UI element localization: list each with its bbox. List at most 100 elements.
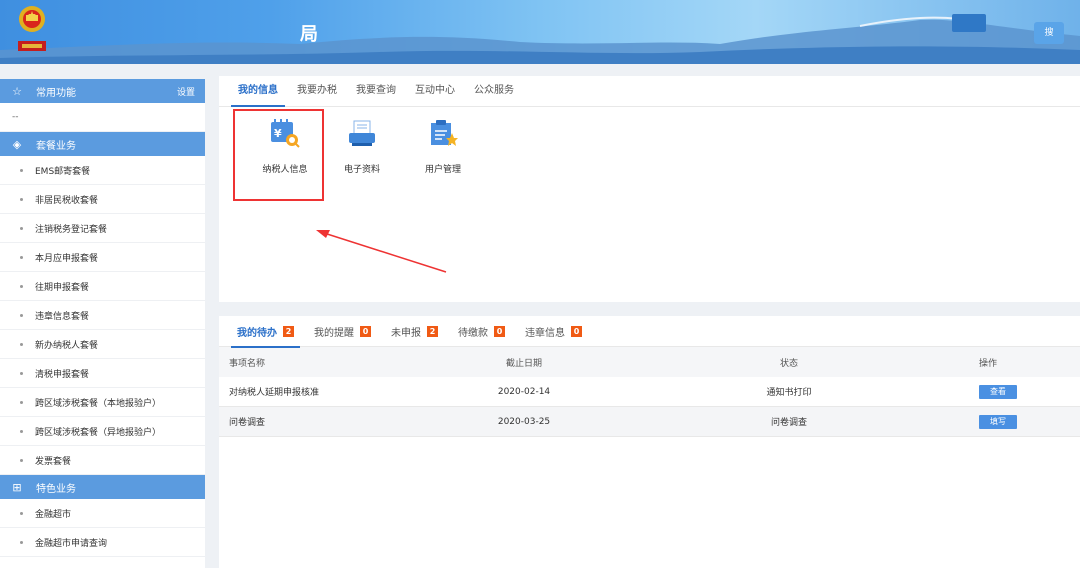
sidebar-item[interactable]: 金融超市申请查询 [0,528,205,557]
cell-action: 填写 [979,414,1080,429]
sidebar-item-label: 发票套餐 [35,456,72,467]
tab-bottom[interactable]: 我的待办 2 [231,316,300,348]
action-button[interactable]: 查看 [979,384,1017,399]
col-header-deadline: 截止日期 [505,358,542,369]
bullet-icon [20,371,23,375]
cell-action: 查看 [979,384,1080,399]
sidebar-item-label: 非居民税收套餐 [35,195,99,206]
sidebar-item-label: EMS邮寄套餐 [35,166,91,177]
todo-panel: 我的待办 2 我的提醒 0 未申报 2 待缴款 0 违章信息 0 事项名称 截止日期 状态 操作 … [219,316,1080,568]
app-label: 电子资料 [343,165,380,175]
sidebar-item-label: 金融超市 [35,509,72,520]
header-block [952,14,986,32]
bullet-icon [20,540,23,544]
tab-bottom[interactable]: 未申报 2 [385,316,444,347]
header-search-button[interactable]: 搜 [1034,22,1064,44]
sidebar-item[interactable]: 非居民税收套餐 [0,185,205,214]
sidebar-section-common[interactable]: ☆ 常用功能 设置 [0,79,205,103]
bullet-icon [20,313,23,317]
header-title: 局 [300,24,318,45]
cell-deadline: 2020-03-25 [497,416,551,427]
bullet-icon [20,511,23,515]
col-header-status: 状态 [779,358,798,369]
sidebar: ☆ 常用功能 设置 -- ◈ 套餐业务 EMS邮寄套餐 非居民税收套餐 注销税务登记… [0,79,205,568]
top-tabs: 我的信息 我要办税 我要查询 互动中心 公众服务 [219,76,1080,107]
bottom-tabs: 我的待办 2 我的提醒 0 未申报 2 待缴款 0 违章信息 0 [219,316,1080,348]
cell-name: 问卷调查 [229,418,266,428]
sidebar-section-label: 套餐业务 [36,140,76,152]
sidebar-item-label: 注销税务登记套餐 [35,224,108,235]
count-badge: 2 [427,325,438,337]
sidebar-item[interactable]: 发票套餐 [0,446,205,475]
sidebar-item[interactable]: 注销税务登记套餐 [0,214,205,243]
tab-top[interactable]: 我要查询 [349,75,403,106]
sidebar-item[interactable]: 违章信息套餐 [0,301,205,330]
table-row: 对纳税人延期申报核准 2020-02-14 通知书打印 查看 [219,377,1080,407]
sidebar-item-label: 金融超市申请查询 [35,538,108,549]
settings-link[interactable]: 设置 [177,85,195,98]
table-body: 对纳税人延期申报核准 2020-02-14 通知书打印 查看 问卷调查 2020-03-2… [219,377,1080,437]
tab-label: 我的提醒 [314,327,354,339]
count-badge: 0 [360,325,371,337]
app-electronic-docs[interactable]: 电子资料 [327,119,397,175]
star-icon: ☆ [12,84,22,98]
tab-bottom[interactable]: 违章信息 0 [519,316,588,347]
tab-label: 待缴款 [458,327,488,339]
cell-status: 问卷调查 [770,418,807,428]
user-management-icon [431,120,458,146]
app-grid: ¥ 纳税人信息 电子资料 用户管理 [219,107,1080,227]
bullet-icon [20,284,23,288]
action-button[interactable]: 填写 [979,414,1017,429]
sidebar-item[interactable]: 本月应申报套餐 [0,243,205,272]
tab-top[interactable]: 互动中心 [408,75,462,106]
sidebar-item-label: 往期申报套餐 [35,282,90,293]
cell-status: 通知书打印 [766,388,812,398]
electronic-docs-icon [349,120,375,146]
sidebar-item[interactable]: EMS邮寄套餐 [0,156,205,185]
tab-label: 未申报 [391,327,421,339]
sidebar-item-label: 新办纳税人套餐 [35,340,99,351]
sidebar-item[interactable]: 清税申报套餐 [0,359,205,388]
tab-top[interactable]: 公众服务 [467,75,521,106]
sidebar-section-label: 常用功能 [36,87,76,99]
sidebar-item[interactable]: 往期申报套餐 [0,272,205,301]
sidebar-item[interactable]: 新办纳税人套餐 [0,330,205,359]
sidebar-section-label: 特色业务 [36,483,76,495]
cell-deadline: 2020-02-14 [497,386,551,397]
highlight-box [233,109,324,201]
mountain-scenery [0,16,1080,64]
sidebar-item-label: 跨区域涉税套餐（本地报验户） [35,398,162,409]
bullet-icon [20,429,23,433]
bullet-icon [20,226,23,230]
count-badge: 2 [283,325,294,337]
sidebar-empty-placeholder: -- [0,103,205,132]
tab-top[interactable]: 我的信息 [231,75,285,107]
sidebar-item-label: 违章信息套餐 [35,311,90,322]
grid-icon: ⊞ [12,480,22,494]
national-emblem-icon [18,6,46,51]
sidebar-section-special[interactable]: ⊞ 特色业务 [0,475,205,499]
sidebar-item[interactable]: 跨区域涉税套餐（本地报验户） [0,388,205,417]
annotation-arrow-icon [316,230,447,273]
special-list: 金融超市金融超市申请查询 [0,499,205,557]
app-label: 用户管理 [424,165,461,175]
col-header-action: 操作 [979,358,998,369]
bullet-icon [20,168,23,172]
layers-icon: ◈ [12,137,22,151]
sidebar-item[interactable]: 金融超市 [0,499,205,528]
tab-label: 我的待办 [237,327,277,339]
tab-bottom[interactable]: 我的提醒 0 [308,316,377,347]
tab-bottom[interactable]: 待缴款 0 [452,316,511,347]
col-header-name: 事项名称 [229,358,266,369]
sidebar-item[interactable]: 跨区域涉税套餐（异地报验户） [0,417,205,446]
bullet-icon [20,197,23,201]
bullet-icon [20,255,23,259]
app-user-management[interactable]: 用户管理 [408,119,478,175]
bullet-icon [20,458,23,462]
tab-top[interactable]: 我要办税 [290,75,344,106]
count-badge: 0 [571,325,582,337]
header-banner: 局 搜 [0,0,1080,64]
sidebar-item-label: 本月应申报套餐 [35,253,99,264]
sidebar-section-packages[interactable]: ◈ 套餐业务 [0,132,205,156]
package-list: EMS邮寄套餐 非居民税收套餐 注销税务登记套餐 本月应申报套餐 往期申报套餐 违章信息套… [0,156,205,475]
